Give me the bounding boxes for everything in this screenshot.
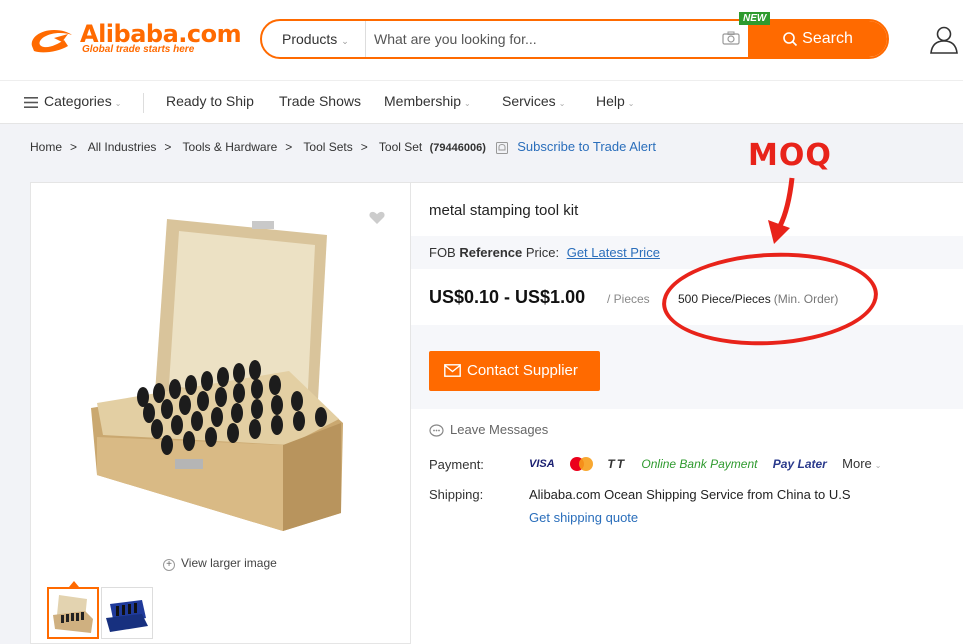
fob-reference-label: Reference bbox=[459, 245, 523, 260]
thumbnail-wooden-box-image bbox=[53, 595, 93, 633]
new-badge: NEW bbox=[739, 12, 771, 25]
breadcrumb-separator: > bbox=[360, 140, 368, 154]
favorite-heart-icon[interactable] bbox=[369, 211, 385, 225]
pay-later: Pay Later bbox=[772, 456, 827, 471]
search-input[interactable] bbox=[374, 27, 714, 51]
breadcrumb-tools-hardware[interactable]: Tools & Hardware bbox=[183, 140, 278, 154]
camera-icon[interactable] bbox=[722, 31, 740, 45]
envelope-icon bbox=[444, 364, 461, 377]
chevron-down-icon: ⌄ bbox=[874, 461, 882, 471]
fob-prefix: FOB bbox=[429, 245, 456, 260]
moq-value: 500 Piece/Pieces bbox=[678, 292, 771, 306]
view-larger-image-link[interactable]: + View larger image bbox=[163, 556, 277, 571]
breadcrumb-home[interactable]: Home bbox=[30, 140, 62, 154]
nav-membership-label: Membership bbox=[384, 93, 462, 109]
thumbnail-2[interactable] bbox=[101, 587, 153, 639]
alibaba-logo[interactable]: Alibaba.com Global trade starts here bbox=[28, 20, 242, 56]
product-gallery: + View larger image bbox=[30, 182, 411, 644]
top-header: Alibaba.com Global trade starts here Pro… bbox=[0, 0, 963, 80]
min-order-quantity: 500 Piece/Pieces (Min. Order) bbox=[678, 292, 838, 306]
breadcrumb-separator: > bbox=[164, 140, 172, 154]
thumbnail-1[interactable] bbox=[47, 587, 99, 639]
payment-methods: VISA TT Online Bank Payment Pay Later Mo… bbox=[529, 456, 882, 474]
menu-icon bbox=[24, 96, 38, 108]
subscribe-trade-alert-link[interactable]: Subscribe to Trade Alert bbox=[517, 139, 656, 154]
nav-services-label: Services bbox=[502, 93, 556, 109]
annotation-arrow bbox=[768, 177, 795, 244]
product-id: (79446006) bbox=[429, 142, 486, 154]
tt-payment: TT bbox=[607, 456, 627, 471]
user-icon[interactable] bbox=[929, 24, 959, 54]
nav-services[interactable]: Services ⌄ bbox=[502, 93, 565, 109]
mastercard-icon bbox=[570, 456, 594, 471]
breadcrumb: Home > All Industries > Tools & Hardware > … bbox=[30, 139, 656, 155]
get-latest-price-link[interactable]: Get Latest Price bbox=[567, 245, 660, 260]
search-category-label: Products bbox=[282, 31, 338, 47]
chevron-down-icon: ⌄ bbox=[627, 99, 635, 108]
chevron-down-icon: ⌄ bbox=[464, 99, 471, 108]
nav-trade-shows[interactable]: Trade Shows bbox=[279, 93, 361, 109]
payment-more-dropdown[interactable]: More ⌄ bbox=[842, 456, 881, 471]
nav-trade-shows-label: Trade Shows bbox=[279, 93, 361, 109]
search-bar: Products⌄ Search bbox=[260, 19, 889, 59]
moq-label: (Min. Order) bbox=[773, 292, 839, 306]
chevron-down-icon: ⌄ bbox=[114, 99, 122, 108]
nav-ready-to-ship-label: Ready to Ship bbox=[166, 93, 254, 109]
search-icon bbox=[783, 31, 798, 46]
price-range: US$0.10 - US$1.00 bbox=[429, 287, 586, 307]
nav-categories-label: Categories bbox=[44, 93, 112, 109]
nav-categories[interactable]: Categories ⌄ bbox=[24, 93, 121, 109]
breadcrumb-all-industries[interactable]: All Industries bbox=[88, 140, 157, 154]
search-category-dropdown[interactable]: Products ⌄ bbox=[262, 21, 366, 57]
search-button-label: Search bbox=[802, 30, 853, 47]
leave-messages-link[interactable]: Leave Messages bbox=[429, 422, 548, 438]
search-button[interactable]: Search bbox=[748, 21, 887, 57]
product-main-image[interactable] bbox=[77, 213, 377, 538]
chevron-down-icon: ⌄ bbox=[558, 99, 566, 108]
breadcrumb-separator: > bbox=[70, 140, 78, 154]
leave-messages-label: Leave Messages bbox=[450, 422, 549, 437]
price-row: US$0.10 - US$1.00 / Pieces 500 Piece/Pie… bbox=[411, 269, 963, 325]
payment-more-label: More bbox=[842, 456, 872, 472]
breadcrumb-tool-set[interactable]: Tool Set bbox=[379, 140, 422, 154]
fob-price-label: Price: bbox=[525, 245, 560, 260]
chevron-down-icon: ⌄ bbox=[341, 36, 349, 46]
zoom-plus-icon: + bbox=[163, 559, 175, 571]
visa-logo: VISA bbox=[529, 457, 555, 470]
main-nav: Categories ⌄ Ready to Ship Trade Shows Me… bbox=[0, 80, 963, 124]
thumbnail-blue-case-image bbox=[106, 600, 148, 632]
breadcrumb-separator: > bbox=[285, 140, 293, 154]
fob-reference-price: FOB Reference Price: Get Latest Price bbox=[429, 245, 660, 260]
logo-tagline: Global trade starts here bbox=[82, 44, 195, 55]
nav-membership[interactable]: Membership ⌄ bbox=[384, 93, 471, 109]
get-shipping-quote-link[interactable]: Get shipping quote bbox=[529, 510, 638, 525]
shipping-service: Alibaba.com Ocean Shipping Service from … bbox=[529, 487, 851, 502]
price-section: FOB Reference Price: Get Latest Price US… bbox=[411, 236, 963, 409]
subscribe-icon bbox=[496, 141, 509, 154]
payment-label: Payment: bbox=[429, 457, 484, 472]
product-detail: metal stamping tool kit FOB Reference Pr… bbox=[411, 182, 963, 644]
nav-help-label: Help bbox=[596, 93, 625, 109]
nav-ready-to-ship[interactable]: Ready to Ship bbox=[166, 93, 254, 109]
nav-divider bbox=[143, 93, 144, 113]
nav-help[interactable]: Help ⌄ bbox=[596, 93, 635, 109]
breadcrumb-tool-sets[interactable]: Tool Sets bbox=[303, 140, 352, 154]
shipping-label: Shipping: bbox=[429, 487, 484, 502]
view-larger-label: View larger image bbox=[181, 556, 277, 570]
contact-supplier-label: Contact Supplier bbox=[467, 362, 578, 379]
product-title: metal stamping tool kit bbox=[429, 202, 579, 219]
moq-annotation-label: MOQ bbox=[748, 138, 832, 173]
price-unit: / Pieces bbox=[607, 292, 650, 306]
contact-supplier-button[interactable]: Contact Supplier bbox=[429, 351, 600, 391]
online-bank-payment: Online Bank Payment bbox=[641, 456, 758, 471]
chat-bubble-icon bbox=[429, 423, 444, 437]
alibaba-logo-mark bbox=[31, 30, 72, 53]
